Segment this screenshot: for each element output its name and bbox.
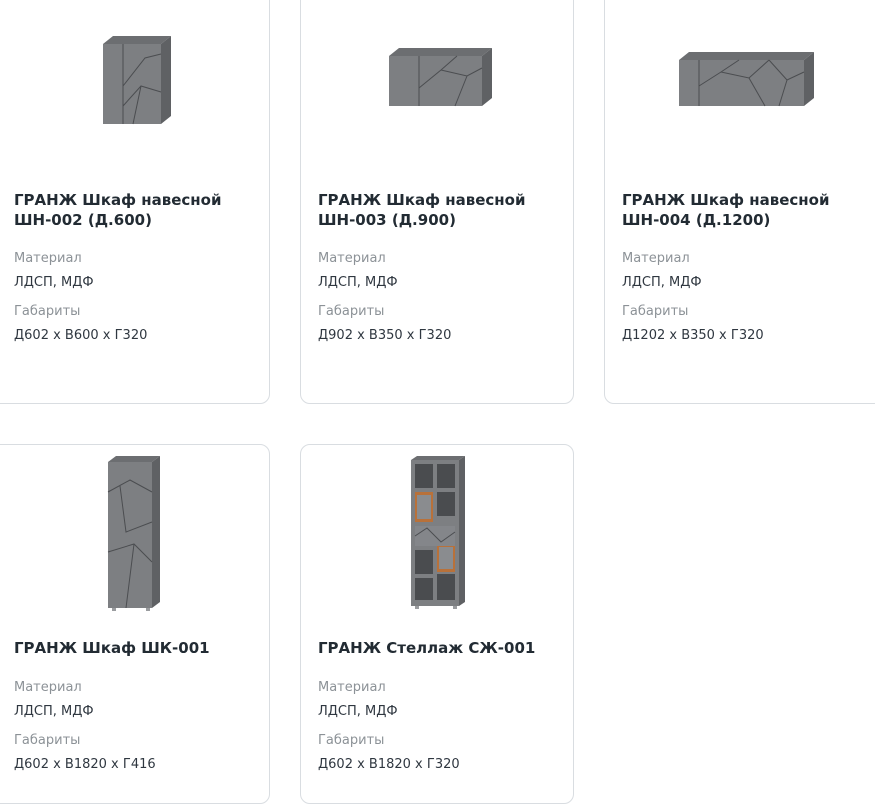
wall-cabinet-icon [103,36,171,125]
dimensions-value: Д602 х В1820 х Г416 [14,757,156,772]
product-card[interactable]: ГРАНЖ Шкаф ШК-001 Материал ЛДСП, МДФ Габ… [0,444,270,804]
shelving-unit-icon [411,456,465,609]
dimensions-label: Габариты [318,304,385,319]
dimensions-label: Габариты [622,304,689,319]
material-label: Материал [14,680,82,695]
product-image[interactable] [301,1,573,151]
product-image[interactable] [301,451,573,613]
material-value: ЛДСП, МДФ [622,275,702,290]
wardrobe-icon [107,456,160,611]
material-label: Материал [14,251,82,266]
product-title[interactable]: ГРАНЖ Шкаф навесной ШН-002 (Д.600) [14,190,257,230]
wall-cabinet-icon [679,52,814,107]
product-card[interactable]: ГРАНЖ Стеллаж СЖ-001 Материал ЛДСП, МДФ … [300,444,574,804]
dimensions-value: Д602 х В600 х Г320 [14,328,148,343]
material-label: Материал [318,680,386,695]
dimensions-label: Габариты [14,733,81,748]
material-value: ЛДСП, МДФ [14,704,94,719]
product-card[interactable]: ГРАНЖ Шкаф навесной ШН-004 (Д.1200) Мате… [604,0,875,404]
product-image[interactable] [0,451,269,613]
product-title[interactable]: ГРАНЖ Шкаф навесной ШН-003 (Д.900) [318,190,561,230]
dimensions-label: Габариты [318,733,385,748]
dimensions-value: Д602 х В1820 х Г320 [318,757,460,772]
product-card[interactable]: ГРАНЖ Шкаф навесной ШН-002 (Д.600) Матер… [0,0,270,404]
dimensions-value: Д1202 х В350 х Г320 [622,328,764,343]
material-value: ЛДСП, МДФ [318,275,398,290]
material-value: ЛДСП, МДФ [318,704,398,719]
product-title[interactable]: ГРАНЖ Шкаф навесной ШН-004 (Д.1200) [622,190,871,230]
dimensions-value: Д902 х В350 х Г320 [318,328,452,343]
material-label: Материал [318,251,386,266]
product-title[interactable]: ГРАНЖ Шкаф ШК-001 [14,638,257,658]
material-label: Материал [622,251,690,266]
product-card[interactable]: ГРАНЖ Шкаф навесной ШН-003 (Д.900) Матер… [300,0,574,404]
dimensions-label: Габариты [14,304,81,319]
wall-cabinet-icon [389,48,492,107]
product-title[interactable]: ГРАНЖ Стеллаж СЖ-001 [318,638,561,658]
product-image[interactable] [605,1,875,151]
material-value: ЛДСП, МДФ [14,275,94,290]
product-image[interactable] [0,1,269,151]
